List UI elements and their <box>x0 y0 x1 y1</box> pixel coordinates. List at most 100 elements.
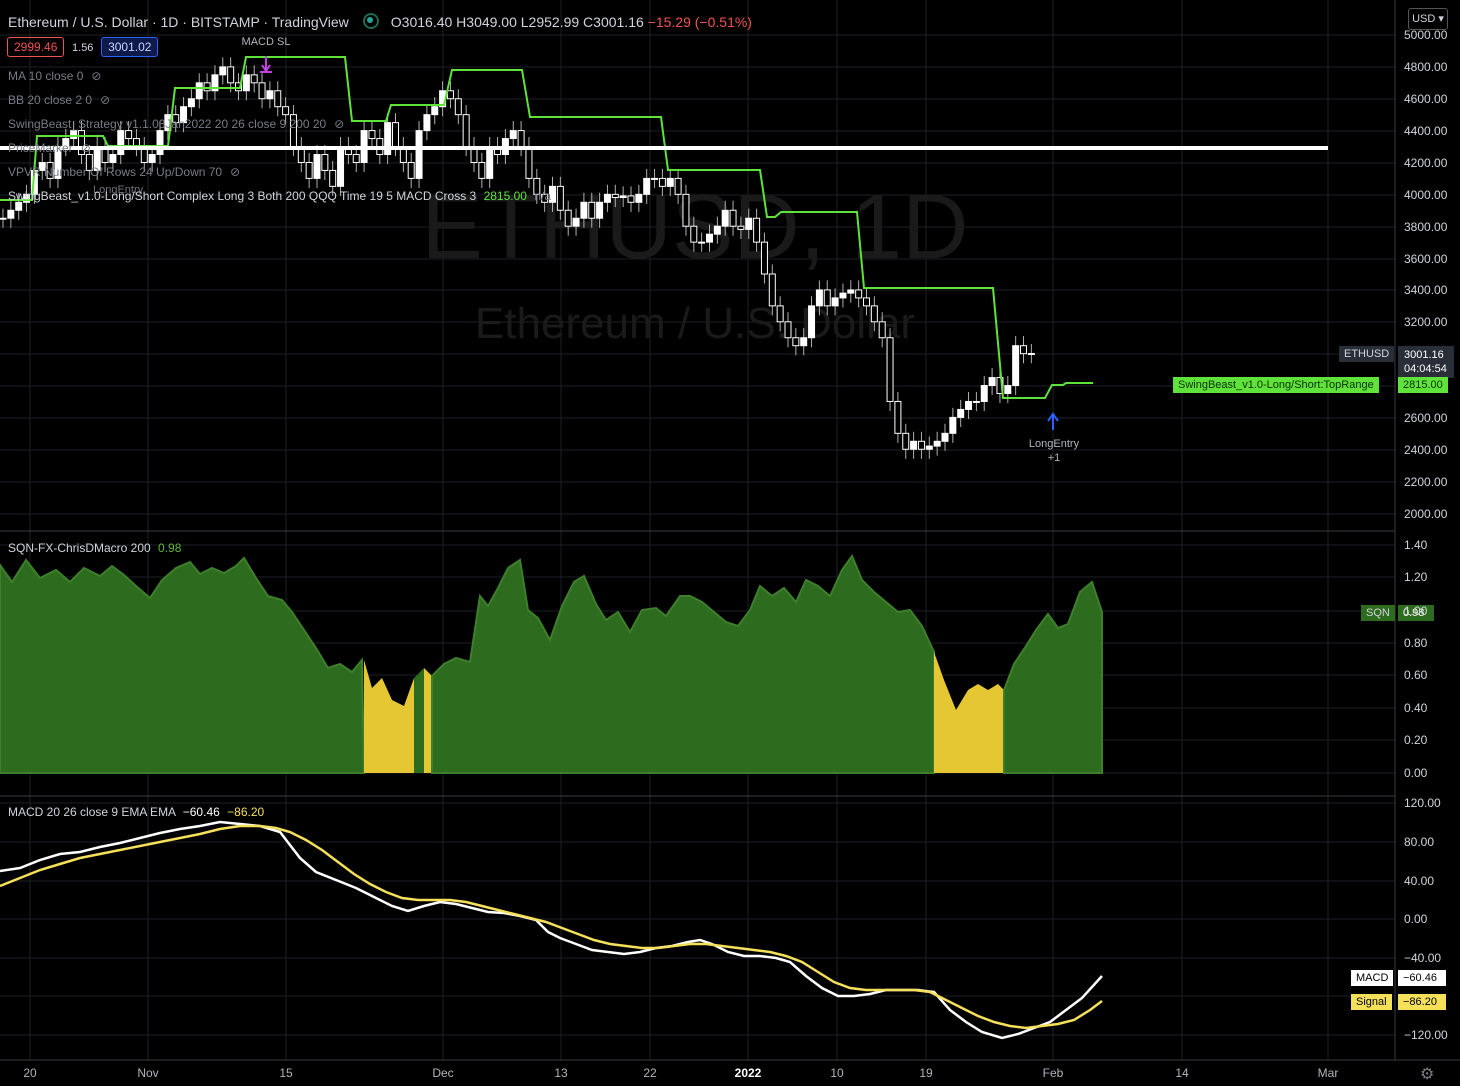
macd-tag: MACD <box>1351 970 1394 986</box>
sqn-tick: 0.20 <box>1404 733 1428 747</box>
candle-up <box>70 130 78 140</box>
candle-down <box>611 193 619 199</box>
indicator-swingbeast-longshort[interactable]: SwingBeast_v1.0-Long/Short Complex Long … <box>8 189 551 203</box>
price-tick: 4600.00 <box>1404 92 1448 106</box>
sqn-tick: 0.00 <box>1404 766 1428 780</box>
candle-up <box>1027 353 1035 356</box>
candle-down <box>454 98 462 116</box>
candle-up <box>109 154 117 163</box>
candle-up <box>721 209 729 227</box>
long-entry-count: +1 <box>1048 452 1061 464</box>
candle-up <box>509 130 517 140</box>
macd-tick: −120.00 <box>1404 1028 1448 1042</box>
time-tick: Feb <box>1042 1066 1064 1080</box>
candle-down <box>125 130 133 140</box>
price-tick: 5000.00 <box>1404 28 1448 42</box>
ask-price[interactable]: 3001.02 <box>101 37 159 57</box>
sqn-tick: 0.80 <box>1404 636 1428 650</box>
candle-down <box>917 440 925 450</box>
indicator-bb[interactable]: BB 20 close 2 0 ⊘ <box>8 93 110 107</box>
sqn-yellow-area <box>424 668 432 773</box>
candle-down <box>407 161 415 179</box>
macd-sl-label: MACD SL <box>242 36 291 48</box>
price-tick: 2000.00 <box>1404 507 1448 521</box>
candle-up <box>313 154 321 179</box>
candle-up <box>910 440 918 450</box>
sqn-tag: SQN <box>1361 605 1395 621</box>
candle-down <box>823 289 831 307</box>
settings-gear-icon[interactable]: ⚙ <box>1420 1064 1434 1084</box>
candle-up <box>603 193 611 203</box>
candle-down <box>274 90 282 108</box>
time-tick: 22 <box>643 1066 657 1080</box>
candle-down <box>556 185 564 211</box>
currency-select[interactable]: USD ▾ <box>1408 8 1448 30</box>
candle-down <box>282 106 290 116</box>
candle-up <box>745 217 753 230</box>
sqn-area <box>0 553 1103 774</box>
candle-up <box>619 195 627 199</box>
candle-up <box>156 130 164 156</box>
symbol-tag: ETHUSD <box>1339 346 1395 362</box>
signal-line <box>0 824 1103 1030</box>
indicator-swingbeast-strategy[interactable]: SwingBeast_Strategy v1.1.03Jan2022 20 26… <box>8 117 344 131</box>
pane-separators[interactable] <box>0 0 1460 1061</box>
indicator-vpvr[interactable]: VPVR Number Of Rows 24 Up/Down 70 ⊘ <box>8 165 240 179</box>
sqn-yellow-area <box>934 652 1004 773</box>
candle-up <box>1004 385 1012 394</box>
hidden-eye-icon[interactable]: ⊘ <box>100 93 110 107</box>
candle-up <box>266 90 274 100</box>
candle-up <box>839 292 847 299</box>
candle-down <box>768 273 776 307</box>
macd-tick: 40.00 <box>1404 874 1435 888</box>
candle-up <box>117 130 125 156</box>
candle-up <box>148 154 156 163</box>
spread-value: 1.56 <box>72 42 94 54</box>
last-price-tag: 3001.16 04:04:54 <box>1398 346 1454 378</box>
candle-up <box>847 289 855 294</box>
time-tick: 20 <box>23 1066 37 1080</box>
sqn-tick: 0.60 <box>1404 668 1428 682</box>
candle-down <box>902 432 910 450</box>
hidden-eye-icon[interactable]: ⊘ <box>230 165 240 179</box>
macd-pane-title[interactable]: MACD 20 26 close 9 EMA EMA −60.46 −86.20 <box>8 805 264 819</box>
range-tag-value: 2815.00 <box>1398 377 1448 393</box>
hidden-eye-icon[interactable]: ⊘ <box>81 141 91 155</box>
candle-down <box>329 169 337 187</box>
candle-up <box>635 193 643 203</box>
candle-down <box>674 177 682 195</box>
bid-price[interactable]: 2999.46 <box>7 37 65 57</box>
candle-down <box>784 321 792 339</box>
candle-down <box>1020 345 1027 355</box>
indicator-price-marker[interactable]: PriceMarker ⊘ <box>8 141 91 155</box>
symbol-header[interactable]: Ethereum / U.S. Dollar · 1D · BITSTAMP ·… <box>8 11 752 30</box>
sqn-pane-title[interactable]: SQN-FX-ChrisDMacro 200 0.98 <box>8 541 181 555</box>
sqn-value: 0.98 <box>158 541 182 555</box>
candle-down <box>870 305 878 323</box>
time-tick: 14 <box>1175 1066 1189 1080</box>
symbol-title[interactable]: Ethereum / U.S. Dollar · 1D · BITSTAMP ·… <box>8 14 349 30</box>
candle-down <box>886 337 894 402</box>
hidden-eye-icon[interactable]: ⊘ <box>91 69 101 83</box>
price-tick: 3800.00 <box>1404 220 1448 234</box>
candle-down <box>478 161 486 179</box>
candle-down <box>863 297 870 307</box>
macd-tick: 0.00 <box>1404 912 1428 926</box>
indicator-ma[interactable]: MA 10 close 0 ⊘ <box>8 69 101 83</box>
candle-down <box>682 193 690 227</box>
time-tick: Dec <box>432 1066 454 1080</box>
macd-tick: −40.00 <box>1404 951 1442 965</box>
candle-up <box>0 217 7 220</box>
chart-canvas[interactable]: ETHUSD, 1D Ethereum / U.S. Dollar MACD S… <box>0 0 1460 1086</box>
candle-down <box>368 130 376 140</box>
candle-down <box>690 225 698 243</box>
candle-up <box>957 408 965 418</box>
hidden-eye-icon[interactable]: ⊘ <box>334 117 344 131</box>
candle-down <box>321 154 329 171</box>
time-tick: 19 <box>919 1066 933 1080</box>
candle-up <box>706 233 713 243</box>
price-tick: 4200.00 <box>1404 156 1448 170</box>
sqn-tick: 1.40 <box>1404 538 1428 552</box>
indicator-price-marker-label: PriceMarker <box>8 141 73 155</box>
bar-countdown: 04:04:54 <box>1404 363 1447 375</box>
